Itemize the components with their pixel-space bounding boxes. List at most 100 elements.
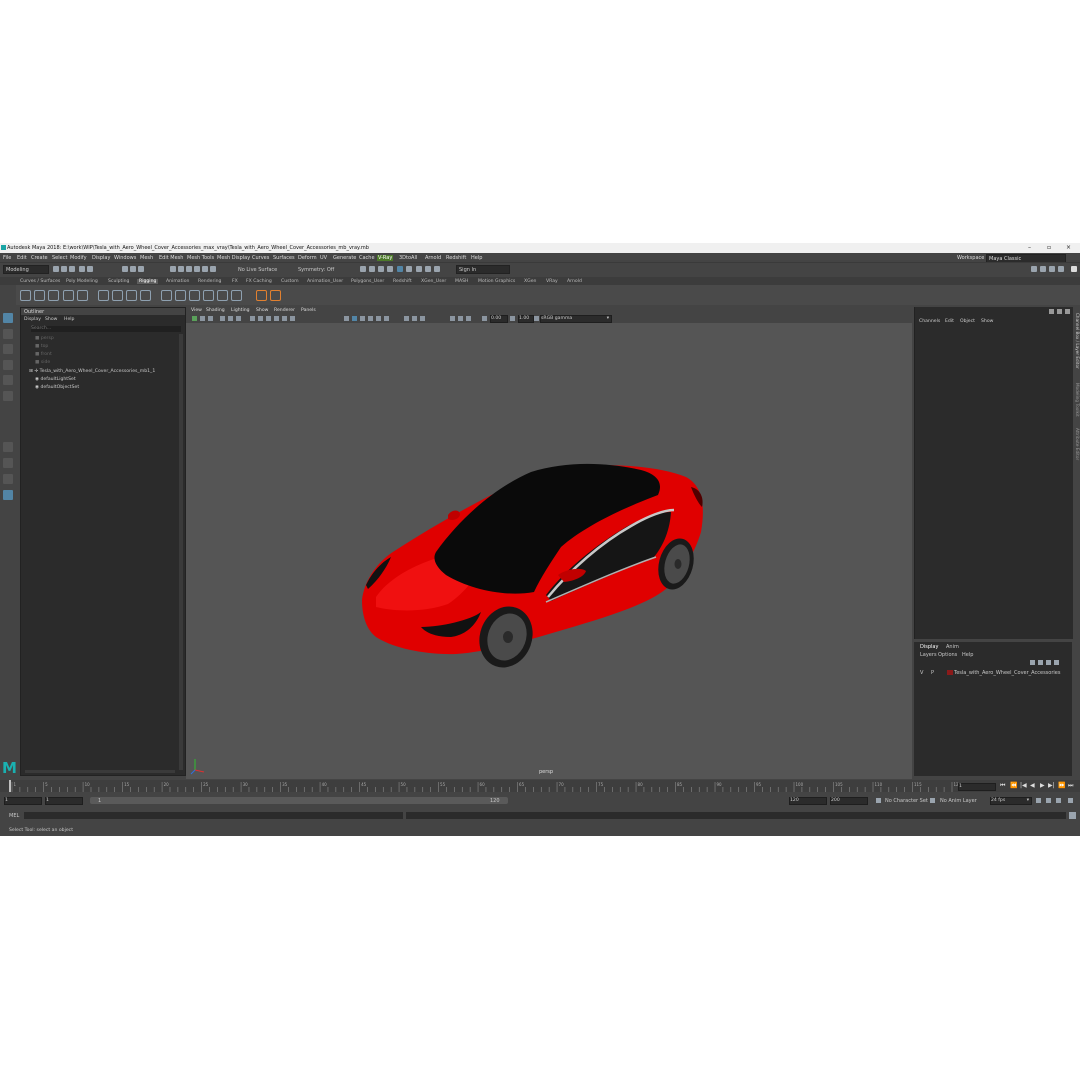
layer-row[interactable]: V P Tesla_with_Aero_Wheel_Cover_Accessor… bbox=[916, 669, 1070, 677]
paint-select-icon[interactable] bbox=[3, 344, 13, 354]
go-to-start-icon[interactable]: ⏮ bbox=[1000, 782, 1005, 790]
loop-icon[interactable] bbox=[1036, 798, 1041, 803]
menu-generate[interactable]: Generate bbox=[333, 255, 356, 261]
undo-icon[interactable] bbox=[79, 266, 85, 272]
layer-playback-toggle[interactable]: P bbox=[931, 670, 934, 676]
locator-remove-icon[interactable] bbox=[270, 290, 281, 301]
menu-mesh-tools[interactable]: Mesh Tools bbox=[187, 255, 214, 261]
menu-vray[interactable]: V-Ray bbox=[377, 255, 394, 261]
shelf-tab-motion-graphics[interactable]: Motion Graphics bbox=[478, 279, 515, 284]
scene-end-field[interactable]: 200 bbox=[830, 797, 868, 805]
menu-cache[interactable]: Cache bbox=[359, 255, 375, 261]
ipr-render-icon[interactable] bbox=[378, 266, 384, 272]
outliner-item-tesla-group[interactable]: ⊞ ✢ Tesla_with_Aero_Wheel_Cover_Accessor… bbox=[29, 369, 155, 374]
render-settings-icon[interactable] bbox=[387, 266, 393, 272]
scene-start-field[interactable]: 1 bbox=[4, 797, 42, 805]
new-layer-selected-icon[interactable] bbox=[1054, 660, 1059, 665]
parent-constraint-icon[interactable] bbox=[189, 290, 200, 301]
layer-menu-options[interactable]: Options bbox=[938, 652, 957, 658]
layer-tab-display[interactable]: Display bbox=[920, 644, 938, 650]
channel-box-menu-object[interactable]: Object bbox=[960, 319, 975, 324]
render-current-icon[interactable] bbox=[360, 266, 366, 272]
layer-visibility-toggle[interactable]: V bbox=[920, 670, 923, 676]
render-sequence-icon[interactable] bbox=[369, 266, 375, 272]
snap-grid-icon[interactable] bbox=[170, 266, 176, 272]
open-scene-icon[interactable] bbox=[61, 266, 67, 272]
snap-pivot-icon[interactable] bbox=[210, 266, 216, 272]
orient-constraint-icon[interactable] bbox=[175, 290, 186, 301]
redshift-render-icon[interactable] bbox=[434, 266, 440, 272]
lasso-tool-icon[interactable] bbox=[3, 329, 13, 339]
shelf-tab-polygons-user[interactable]: Polygons_User bbox=[351, 279, 384, 284]
animation-prefs-icon[interactable] bbox=[1068, 798, 1073, 803]
snap-curve-icon[interactable] bbox=[178, 266, 184, 272]
menu-modify[interactable]: Modify bbox=[70, 255, 87, 261]
shelf-tab-animation-user[interactable]: Animation_User bbox=[307, 279, 343, 284]
outliner-menu-show[interactable]: Show bbox=[45, 317, 57, 322]
anim-layer-icon[interactable] bbox=[930, 798, 935, 803]
layer-menu-help[interactable]: Help bbox=[962, 652, 973, 658]
new-scene-icon[interactable] bbox=[53, 266, 59, 272]
range-slider[interactable]: 1 120 bbox=[90, 797, 508, 804]
shelf-tab-fx[interactable]: FX bbox=[232, 279, 238, 284]
key-icon[interactable] bbox=[1046, 798, 1051, 803]
menu-select[interactable]: Select bbox=[52, 255, 67, 261]
modeling-toolkit-icon[interactable] bbox=[1031, 266, 1037, 272]
menu-redshift[interactable]: Redshift bbox=[446, 255, 466, 261]
snap-surface-icon[interactable] bbox=[202, 266, 208, 272]
hypershade-icon[interactable] bbox=[397, 266, 403, 272]
menu-edit[interactable]: Edit bbox=[17, 255, 27, 261]
shelf-tab-arnold[interactable]: Arnold bbox=[567, 279, 582, 284]
menu-curves[interactable]: Curves bbox=[252, 255, 269, 261]
point-constraint-icon[interactable] bbox=[161, 290, 172, 301]
channel-box-menu-edit[interactable]: Edit bbox=[945, 319, 954, 324]
bind-skin-icon[interactable] bbox=[98, 290, 109, 301]
select-object-icon[interactable] bbox=[130, 266, 136, 272]
channel-box-menu-channels[interactable]: Channels bbox=[919, 319, 940, 324]
mirror-joint-icon[interactable] bbox=[63, 290, 74, 301]
step-forward-frame-icon[interactable]: ▶| bbox=[1048, 782, 1055, 789]
tool-settings-icon[interactable] bbox=[1049, 266, 1055, 272]
shelf-tab-curves-surfaces[interactable]: Curves / Surfaces bbox=[20, 279, 60, 284]
lattice-icon[interactable] bbox=[140, 290, 151, 301]
current-frame-field[interactable]: 1 bbox=[958, 783, 996, 791]
select-tool-icon[interactable] bbox=[3, 313, 13, 323]
shelf-tab-xgen[interactable]: XGen bbox=[524, 279, 536, 284]
anim-layer-label[interactable]: No Anim Layer bbox=[940, 798, 977, 804]
panel-collapse-icon[interactable] bbox=[1065, 309, 1070, 314]
layer-color-swatch[interactable] bbox=[947, 670, 953, 675]
outliner-menu-display[interactable]: Display bbox=[24, 317, 41, 322]
outliner-item-top[interactable]: ■ top bbox=[35, 344, 48, 349]
new-layer-icon[interactable] bbox=[1046, 660, 1051, 665]
close-icon[interactable]: × bbox=[1066, 244, 1071, 251]
symmetry-label[interactable]: Symmetry: Off bbox=[298, 267, 334, 273]
menu-edit-mesh[interactable]: Edit Mesh bbox=[159, 255, 183, 261]
scale-tool-icon[interactable] bbox=[3, 391, 13, 401]
shelf-tab-custom[interactable]: Custom bbox=[281, 279, 299, 284]
menu-surfaces[interactable]: Surfaces bbox=[273, 255, 295, 261]
arnold-render-icon[interactable] bbox=[416, 266, 422, 272]
shelf-tab-animation[interactable]: Animation bbox=[166, 279, 189, 284]
menu-help[interactable]: Help bbox=[471, 255, 482, 261]
shelf-tab-rendering[interactable]: Rendering bbox=[198, 279, 221, 284]
single-perspective-layout-icon[interactable] bbox=[3, 442, 13, 452]
current-time-marker[interactable] bbox=[9, 780, 11, 792]
go-to-end-icon[interactable]: ⏭ bbox=[1068, 782, 1073, 790]
save-scene-icon[interactable] bbox=[69, 266, 75, 272]
attribute-editor-icon[interactable] bbox=[1040, 266, 1046, 272]
playback-start-field[interactable]: 1 bbox=[45, 797, 83, 805]
shelf-tab-fx-caching[interactable]: FX Caching bbox=[246, 279, 272, 284]
script-editor-icon[interactable] bbox=[1069, 812, 1076, 819]
menuset-dropdown[interactable]: Modeling bbox=[3, 265, 49, 274]
paint-weights-icon[interactable] bbox=[112, 290, 123, 301]
rotate-tool-icon[interactable] bbox=[3, 375, 13, 385]
side-tab-attribute-editor[interactable]: Attribute Editor bbox=[1073, 428, 1080, 473]
layer-menu-layers[interactable]: Layers bbox=[920, 652, 937, 658]
cluster-icon[interactable] bbox=[126, 290, 137, 301]
step-back-frame-icon[interactable]: |◀ bbox=[1020, 782, 1027, 789]
shelf-tab-redshift[interactable]: Redshift bbox=[393, 279, 412, 284]
move-tool-icon[interactable] bbox=[3, 360, 13, 370]
playback-end-field[interactable]: 120 bbox=[789, 797, 827, 805]
play-forward-icon[interactable]: ▶ bbox=[1040, 782, 1045, 789]
outliner-menu-help[interactable]: Help bbox=[64, 317, 74, 322]
